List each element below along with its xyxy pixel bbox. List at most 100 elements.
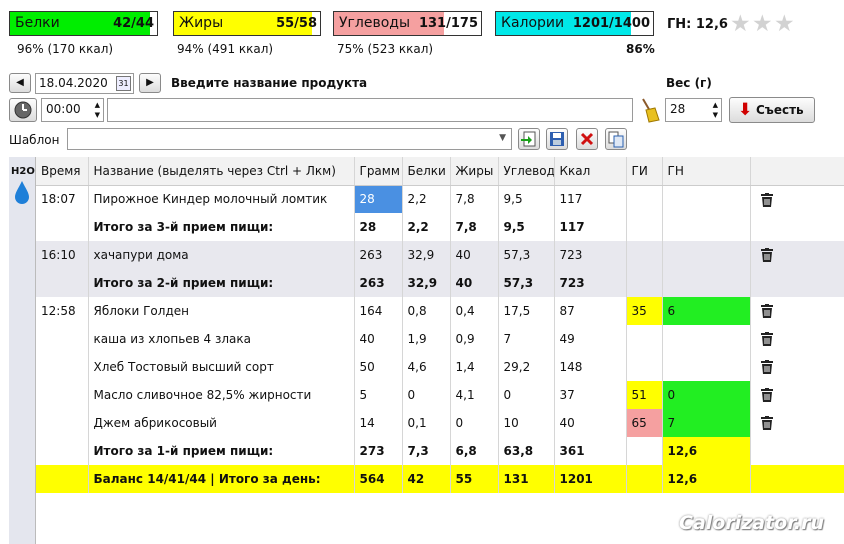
cell-name: Масло сливочное 82,5% жирности <box>88 381 355 409</box>
cell-gi <box>626 241 663 269</box>
bar-value: 1201/1400 <box>572 16 650 31</box>
table-row[interactable]: 16:10 хачапури дома 263 32,9 40 57,3 723 <box>36 241 844 269</box>
column-header[interactable]: Время <box>36 157 89 186</box>
bar-value: 42/44 <box>113 16 154 31</box>
cell-gn: 0 <box>662 381 751 409</box>
column-header[interactable]: ГН <box>662 157 751 186</box>
cell-g[interactable]: 5 <box>354 381 403 409</box>
delete-template-button[interactable] <box>576 128 598 150</box>
total-row[interactable]: Итого за 3-й прием пищи: 28 2,2 7,8 9,5 117 <box>36 213 844 241</box>
cell-time <box>36 213 89 241</box>
cell-gi <box>626 325 663 353</box>
cell-b: 32,9 <box>402 241 451 269</box>
cell-f: 1,4 <box>450 353 499 381</box>
cell-b: 2,2 <box>402 185 451 213</box>
column-header[interactable]: Ккал <box>554 157 627 186</box>
water-drop-icon[interactable] <box>9 179 36 205</box>
clock-button[interactable] <box>9 98 37 122</box>
table-row[interactable]: Масло сливочное 82,5% жирности 5 0 4,1 0 37 51… <box>36 381 844 409</box>
trash-icon[interactable] <box>760 304 773 319</box>
total-row[interactable]: Итого за 2-й прием пищи: 263 32,9 40 57,3 723 <box>36 269 844 297</box>
table-row[interactable]: Джем абрикосовый 14 0,1 0 10 40 65 7 <box>36 409 844 437</box>
product-prompt: Введите название продукта <box>171 76 368 90</box>
spinner-icon[interactable]: ▲ ▼ <box>713 100 718 120</box>
cell-gn <box>662 325 751 353</box>
cell-c: 9,5 <box>498 185 555 213</box>
cell-g[interactable]: 164 <box>354 297 403 325</box>
copy-template-button[interactable] <box>605 128 627 150</box>
bar-label: Углеводы <box>339 15 410 31</box>
total-row[interactable]: Баланс 14/41/44 | Итого за день: 564 42 55 1… <box>36 465 844 493</box>
spinner-icon[interactable]: ▲ ▼ <box>95 100 100 120</box>
cell-g[interactable]: 14 <box>354 409 403 437</box>
cell-gn: 12,6 <box>662 465 751 493</box>
column-header[interactable]: Белки <box>402 157 451 186</box>
water-panel[interactable]: H2O <box>9 157 36 544</box>
progress-bar: Углеводы 131/175 <box>333 11 482 36</box>
column-header[interactable]: Жиры <box>450 157 499 186</box>
cell-b: 4,6 <box>402 353 451 381</box>
trash-icon[interactable] <box>760 360 773 375</box>
calendar-icon[interactable]: 31 <box>116 76 131 91</box>
cell-gi: 35 <box>626 297 663 325</box>
prev-day-button[interactable]: ◀ <box>9 73 31 93</box>
column-header[interactable]: Грамм <box>354 157 403 186</box>
cell-name: Хлеб Тостовый высший сорт <box>88 353 355 381</box>
cell-g: 28 <box>354 213 403 241</box>
cell-actions <box>750 325 844 353</box>
cell-gn <box>662 185 751 213</box>
weight-label: Вес (г) <box>666 76 712 90</box>
cell-name: хачапури дома <box>88 241 355 269</box>
table-row[interactable]: 12:58 Яблоки Голден 164 0,8 0,4 17,5 87 35 6 <box>36 297 844 325</box>
cell-time: 18:07 <box>36 185 89 213</box>
total-row[interactable]: Итого за 1-й прием пищи: 273 7,3 6,8 63,8 361… <box>36 437 844 465</box>
cell-f: 40 <box>450 269 499 297</box>
next-day-button[interactable]: ▶ <box>139 73 161 93</box>
time-input[interactable]: 00:00 ▲ ▼ <box>41 98 104 122</box>
cell-b: 2,2 <box>402 213 451 241</box>
cell-actions <box>750 269 844 297</box>
table-row[interactable]: каша из хлопьев 4 злака 40 1,9 0,9 7 49 <box>36 325 844 353</box>
trash-icon[interactable] <box>760 416 773 431</box>
trash-icon[interactable] <box>760 248 773 263</box>
eat-button[interactable]: ⬇ Съесть <box>729 97 815 123</box>
bar-value: 131/175 <box>418 16 478 31</box>
cell-b: 7,3 <box>402 437 451 465</box>
column-header[interactable]: Название (выделять через Ctrl + Лкм) <box>88 157 355 186</box>
bar-value: 55/58 <box>276 16 317 31</box>
cell-time <box>36 381 89 409</box>
save-template-button[interactable] <box>546 128 568 150</box>
cell-gi <box>626 437 663 465</box>
weight-input[interactable]: 28 ▲ ▼ <box>665 98 722 122</box>
trash-icon[interactable] <box>760 332 773 347</box>
bar-subtext: 94% (491 ккал) <box>177 42 274 56</box>
cell-k: 40 <box>554 409 627 437</box>
cell-gn <box>662 241 751 269</box>
column-header[interactable]: ГИ <box>626 157 663 186</box>
load-template-button[interactable] <box>518 128 540 150</box>
column-header[interactable]: Углеводы <box>498 157 555 186</box>
cell-g[interactable]: 50 <box>354 353 403 381</box>
trash-icon[interactable] <box>760 388 773 403</box>
date-input[interactable]: 18.04.2020 31 <box>35 73 134 94</box>
progress-bar: Жиры 55/58 <box>173 11 321 36</box>
product-input[interactable] <box>107 98 633 122</box>
trash-icon[interactable] <box>760 192 773 207</box>
cell-f: 7,8 <box>450 185 499 213</box>
cell-g[interactable]: 40 <box>354 325 403 353</box>
table-row[interactable]: Хлеб Тостовый высший сорт 50 4,6 1,4 29,2 148 <box>36 353 844 381</box>
cell-time: 16:10 <box>36 241 89 269</box>
cell-name: Итого за 2-й прием пищи: <box>88 269 355 297</box>
broom-button[interactable] <box>637 96 661 124</box>
cell-k: 1201 <box>554 465 627 493</box>
column-header-actions <box>750 157 844 186</box>
cell-g[interactable]: 28 <box>354 185 403 213</box>
table-row[interactable]: 18:07 Пирожное Киндер молочный ломтик 28 2,… <box>36 185 844 213</box>
cell-g: 273 <box>354 437 403 465</box>
cell-gn <box>662 213 751 241</box>
cell-gn <box>662 353 751 381</box>
cell-g[interactable]: 263 <box>354 241 403 269</box>
cell-gi <box>626 213 663 241</box>
template-select[interactable]: ▼ <box>67 128 512 150</box>
cell-c: 57,3 <box>498 269 555 297</box>
